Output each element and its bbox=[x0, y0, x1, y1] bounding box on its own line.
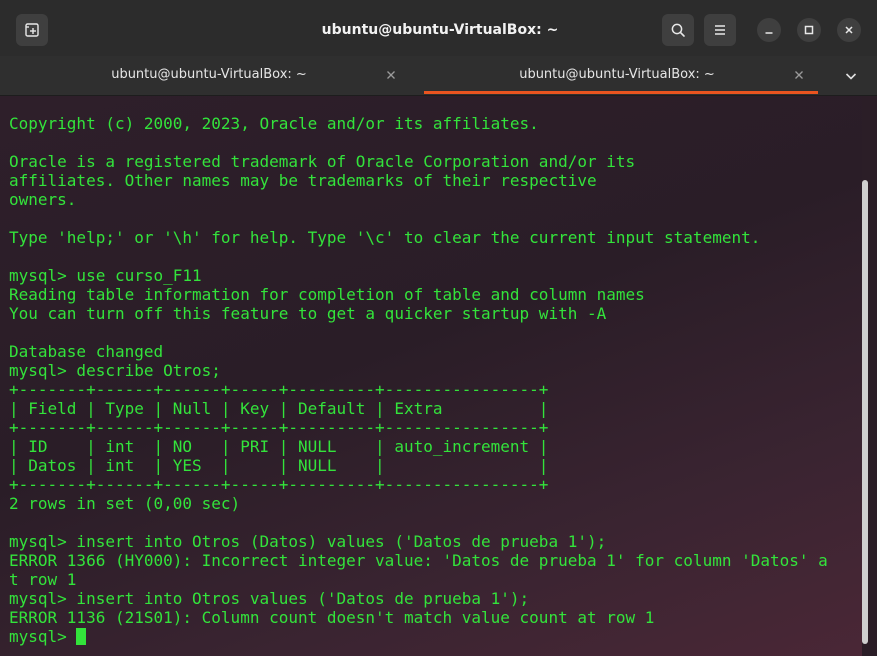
terminal-line: Database changed bbox=[9, 342, 164, 361]
terminal-line: mysql> use curso_F11 bbox=[9, 266, 202, 285]
terminal-line: t row 1 bbox=[9, 570, 77, 589]
terminal-scrollbar[interactable] bbox=[862, 96, 877, 656]
tab-terminal-1[interactable]: ubuntu@ubuntu-VirtualBox: ~ bbox=[8, 56, 410, 95]
terminal-line: +-------+------+------+-----+---------+-… bbox=[9, 380, 549, 399]
new-tab-icon bbox=[25, 23, 39, 37]
terminal-prompt: mysql> bbox=[9, 627, 77, 646]
tab-bar: ubuntu@ubuntu-VirtualBox: ~ ubuntu@ubunt… bbox=[0, 56, 877, 96]
terminal-line: You can turn off this feature to get a q… bbox=[9, 304, 607, 323]
chevron-down-icon bbox=[845, 73, 857, 80]
minimize-icon bbox=[765, 32, 773, 34]
main-menu-button[interactable] bbox=[704, 14, 736, 46]
terminal-line: mysql> insert into Otros (Datos) values … bbox=[9, 532, 607, 551]
tab-close-button[interactable] bbox=[382, 66, 400, 84]
search-icon bbox=[671, 23, 685, 37]
terminal-line: owners. bbox=[9, 190, 77, 209]
tab-close-button[interactable] bbox=[790, 66, 808, 84]
active-tab-indicator bbox=[424, 91, 818, 94]
close-icon bbox=[387, 71, 395, 79]
tab-label: ubuntu@ubuntu-VirtualBox: ~ bbox=[519, 67, 715, 82]
close-window-button[interactable] bbox=[837, 18, 861, 42]
close-icon bbox=[845, 26, 853, 34]
terminal-line: Oracle is a registered trademark of Orac… bbox=[9, 152, 636, 171]
search-button[interactable] bbox=[662, 14, 694, 46]
tab-label: ubuntu@ubuntu-VirtualBox: ~ bbox=[111, 67, 307, 82]
terminal-line: | ID | int | NO | PRI | NULL | auto_incr… bbox=[9, 437, 549, 456]
minimize-button[interactable] bbox=[757, 18, 781, 42]
terminal-line: ERROR 1136 (21S01): Column count doesn't… bbox=[9, 608, 655, 627]
header-bar: ubuntu@ubuntu-VirtualBox: ~ bbox=[0, 0, 877, 57]
terminal-line: | Datos | int | YES | | NULL | | bbox=[9, 456, 549, 475]
terminal-cursor bbox=[76, 628, 87, 645]
hamburger-menu-icon bbox=[715, 25, 725, 35]
terminal-line: 2 rows in set (0,00 sec) bbox=[9, 494, 241, 513]
new-tab-button[interactable] bbox=[16, 14, 48, 46]
terminal-output[interactable]: Copyright (c) 2000, 2023, Oracle and/or … bbox=[0, 96, 862, 656]
terminal-text: Copyright (c) 2000, 2023, Oracle and/or … bbox=[9, 114, 828, 646]
terminal-window: ubuntu@ubuntu-VirtualBox: ~ ubuntu@ubunt… bbox=[0, 0, 877, 656]
maximize-icon bbox=[804, 25, 814, 35]
close-icon bbox=[795, 71, 803, 79]
terminal-line: Reading table information for completion… bbox=[9, 285, 645, 304]
tabs-menu-button[interactable] bbox=[836, 64, 866, 88]
terminal-line: ERROR 1366 (HY000): Incorrect integer va… bbox=[9, 551, 828, 570]
terminal-line: +-------+------+------+-----+---------+-… bbox=[9, 475, 549, 494]
terminal-line: Type 'help;' or '\h' for help. Type '\c'… bbox=[9, 228, 761, 247]
terminal-line: affiliates. Other names may be trademark… bbox=[9, 171, 597, 190]
tab-terminal-2[interactable]: ubuntu@ubuntu-VirtualBox: ~ bbox=[416, 56, 818, 95]
terminal-lines: Copyright (c) 2000, 2023, Oracle and/or … bbox=[9, 114, 828, 627]
maximize-button[interactable] bbox=[797, 18, 821, 42]
terminal-line: | Field | Type | Null | Key | Default | … bbox=[9, 399, 549, 418]
terminal-line: mysql> describe Otros; bbox=[9, 361, 221, 380]
window-title: ubuntu@ubuntu-VirtualBox: ~ bbox=[321, 22, 559, 38]
terminal-line: +-------+------+------+-----+---------+-… bbox=[9, 418, 549, 437]
terminal-line: mysql> insert into Otros values ('Datos … bbox=[9, 589, 530, 608]
scrollbar-thumb[interactable] bbox=[862, 180, 868, 644]
terminal-line: Copyright (c) 2000, 2023, Oracle and/or … bbox=[9, 114, 539, 133]
